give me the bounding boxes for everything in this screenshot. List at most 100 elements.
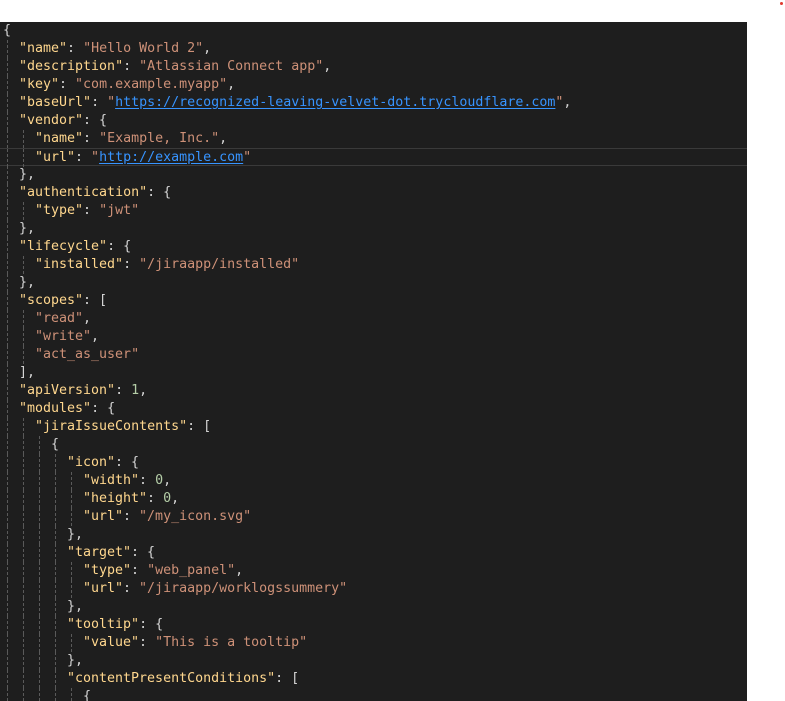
code-editor[interactable]: {"name": "Hello World 2", "description": … [0, 22, 747, 701]
code-text: "jiraIssueContents": [ [35, 418, 211, 436]
indent-guide [7, 346, 8, 364]
json-punctuation: ], [19, 365, 36, 380]
json-punctuation: : [123, 509, 140, 524]
indent-guide [55, 490, 56, 508]
indent-guide [23, 490, 24, 508]
code-line[interactable]: "read", [0, 310, 747, 328]
code-line[interactable]: "scopes": [ [0, 292, 747, 310]
json-key: "type" [35, 203, 84, 218]
json-punctuation: { [83, 689, 92, 701]
code-line[interactable]: "url": "/jiraapp/worklogssummery" [0, 580, 747, 598]
code-text: "url": "/jiraapp/worklogssummery" [83, 580, 347, 598]
json-string: "This is a tooltip" [155, 635, 308, 650]
json-string: "com.example.myapp" [75, 77, 228, 92]
indent-guide [7, 436, 8, 454]
code-line[interactable]: "url": "/my_icon.svg" [0, 508, 747, 526]
code-line[interactable]: "write", [0, 328, 747, 346]
json-string: "read" [35, 311, 84, 326]
indent-guide [39, 580, 40, 598]
code-line[interactable]: "description": "Atlassian Connect app", [0, 58, 747, 76]
indent-guide [71, 562, 72, 580]
code-line[interactable]: "vendor": { [0, 112, 747, 130]
code-line[interactable]: }, [0, 652, 747, 670]
url-link[interactable]: https://recognized-leaving-velvet-dot.tr… [115, 95, 555, 110]
code-line[interactable]: { [0, 436, 747, 454]
code-line[interactable]: "url": "http://example.com" [0, 148, 747, 167]
json-punctuation: : [59, 77, 76, 92]
indent-guide [39, 562, 40, 580]
json-key: "authentication" [19, 185, 148, 200]
code-line[interactable]: "contentPresentConditions": [ [0, 670, 747, 688]
indent-guide [55, 688, 56, 701]
indent-guide [23, 526, 24, 544]
indent-guide [23, 616, 24, 634]
code-line[interactable]: "type": "web_panel", [0, 562, 747, 580]
url-link[interactable]: http://example.com [99, 150, 243, 165]
json-punctuation: : { [107, 239, 132, 254]
indent-guide [55, 508, 56, 526]
json-key: "lifecycle" [19, 239, 108, 254]
code-line[interactable]: }, [0, 526, 747, 544]
code-line[interactable]: "baseUrl": "https://recognized-leaving-v… [0, 94, 747, 112]
indent-guide [7, 544, 8, 562]
json-number: 0 [155, 473, 164, 488]
indent-guide [7, 688, 8, 701]
indent-guide [7, 130, 8, 148]
json-key: "type" [83, 563, 132, 578]
code-line[interactable]: "jiraIssueContents": [ [0, 418, 747, 436]
code-text: { [51, 436, 59, 454]
json-key: "installed" [35, 257, 124, 272]
code-line[interactable]: "width": 0, [0, 472, 747, 490]
indent-guide [7, 634, 8, 652]
code-line[interactable]: "act_as_user" [0, 346, 747, 364]
json-punctuation: : [ [275, 671, 300, 686]
json-punctuation: : [123, 257, 140, 272]
code-line[interactable]: "modules": { [0, 400, 747, 418]
code-line[interactable]: "installed": "/jiraapp/installed" [0, 256, 747, 274]
code-line[interactable]: }, [0, 274, 747, 292]
indent-guide [7, 184, 8, 202]
indent-guide [39, 598, 40, 616]
code-line[interactable]: "apiVersion": 1, [0, 382, 747, 400]
json-string: "Hello World 2" [83, 41, 204, 56]
json-punctuation: : [67, 41, 84, 56]
json-punctuation: : { [83, 113, 108, 128]
code-line[interactable]: { [0, 688, 747, 701]
code-line[interactable]: "name": "Hello World 2", [0, 40, 747, 58]
indent-guide [7, 652, 8, 670]
json-punctuation: : [75, 150, 92, 165]
json-key: "name" [35, 131, 84, 146]
code-line[interactable]: }, [0, 598, 747, 616]
json-string: " [243, 150, 252, 165]
indent-guide [23, 328, 24, 346]
code-line[interactable]: "type": "jwt" [0, 202, 747, 220]
indent-guide [55, 652, 56, 670]
indent-guide [23, 202, 24, 220]
code-line[interactable]: "lifecycle": { [0, 238, 747, 256]
code-line[interactable]: "authentication": { [0, 184, 747, 202]
indent-guide [23, 472, 24, 490]
code-text: }, [67, 652, 83, 670]
code-line[interactable]: ], [0, 364, 747, 382]
indent-guide [7, 400, 8, 418]
json-key: "jiraIssueContents" [35, 419, 188, 434]
indent-guide [7, 598, 8, 616]
code-line[interactable]: "value": "This is a tooltip" [0, 634, 747, 652]
json-key: "vendor" [19, 113, 84, 128]
code-text: "name": "Hello World 2", [19, 40, 211, 58]
code-text: ], [19, 364, 35, 382]
json-punctuation: }, [19, 275, 36, 290]
json-punctuation: : [ [83, 293, 108, 308]
indent-guide [23, 652, 24, 670]
code-line[interactable]: "name": "Example, Inc.", [0, 130, 747, 148]
code-line[interactable]: { [0, 22, 747, 40]
code-line[interactable]: "icon": { [0, 454, 747, 472]
code-line[interactable]: "height": 0, [0, 490, 747, 508]
code-line[interactable]: }, [0, 166, 747, 184]
code-line[interactable]: }, [0, 220, 747, 238]
code-line[interactable]: "tooltip": { [0, 616, 747, 634]
indent-guide [7, 76, 8, 94]
code-line[interactable]: "target": { [0, 544, 747, 562]
code-line[interactable]: "key": "com.example.myapp", [0, 76, 747, 94]
json-string: " [107, 95, 116, 110]
